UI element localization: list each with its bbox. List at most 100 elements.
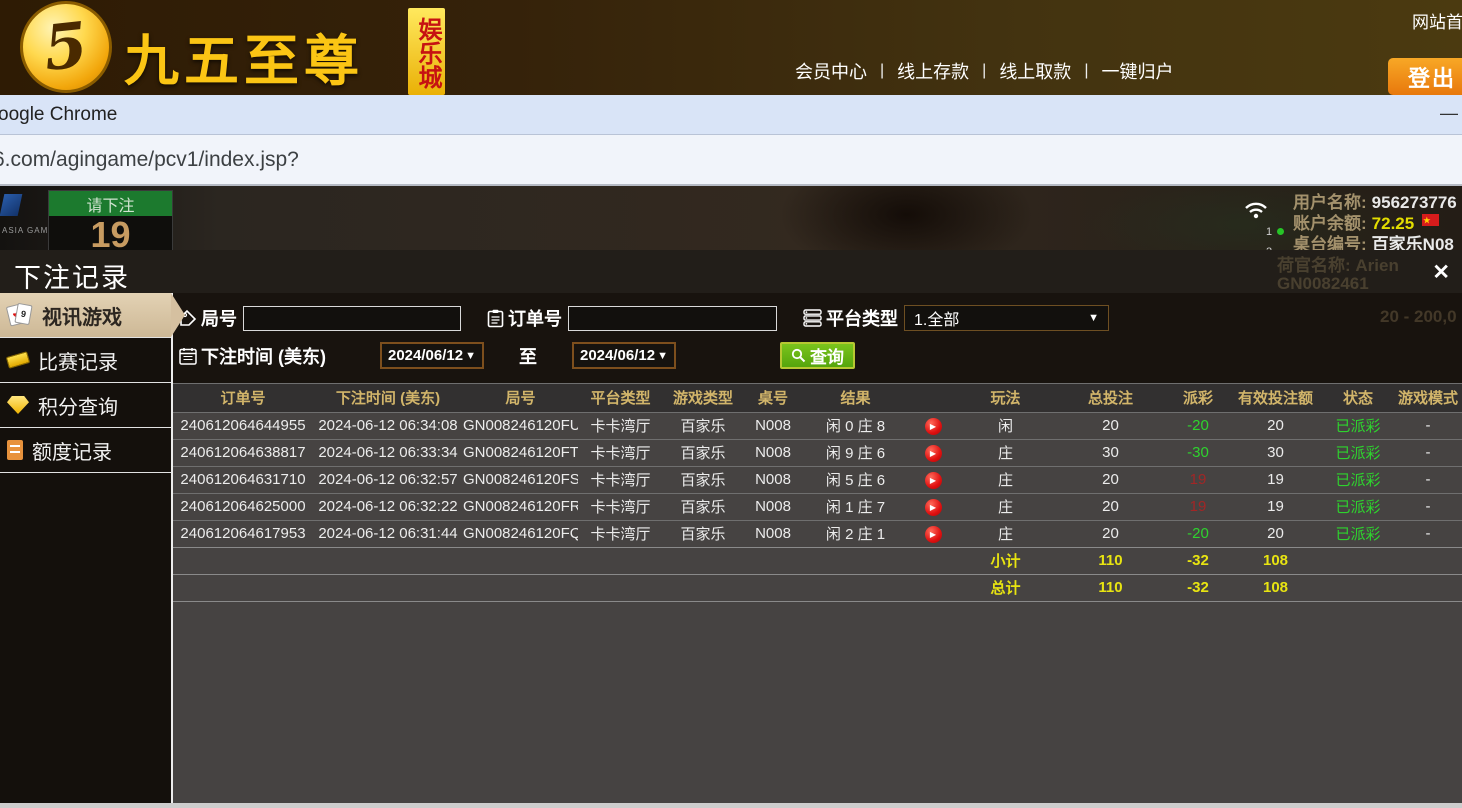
cell-mode: -	[1393, 412, 1462, 439]
cards-icon: ♥9	[7, 302, 33, 328]
sidebar-item-label: 积分查询	[38, 391, 118, 420]
sidebar-item-quota-records[interactable]: 额度记录	[0, 428, 171, 473]
table-row-info: 桌台编号: 百家乐N08	[1293, 234, 1462, 250]
col-play: 玩法	[958, 384, 1053, 412]
round-label: 局号	[201, 305, 237, 331]
cell-mode: -	[1393, 493, 1462, 520]
records-table-zone: 订单号 下注时间 (美东) 局号 平台类型 游戏类型 桌号 结果 玩法 总投注	[173, 383, 1462, 808]
cell-order: 240612064625000	[173, 493, 313, 520]
cell-round: GN008246120FU	[463, 412, 578, 439]
home-link[interactable]: 网站首页	[1412, 8, 1462, 33]
clipboard-icon	[487, 309, 504, 328]
subtotal-payout: -32	[1168, 547, 1228, 574]
cell-total: 20	[1053, 493, 1168, 520]
date-from-value: 2024/06/12	[388, 347, 463, 364]
cell-valid: 19	[1228, 466, 1323, 493]
date-to-value: 2024/06/12	[580, 347, 655, 364]
sidebar-item-match-records[interactable]: 比赛记录	[0, 338, 171, 383]
browser-urlbar[interactable]: 6.com/agingame/pcv1/index.jsp?	[0, 135, 1462, 186]
cell-time: 2024-06-12 06:31:44	[313, 520, 463, 547]
cell-valid: 30	[1228, 439, 1323, 466]
balance-value: 72.25	[1372, 213, 1415, 234]
seat-dot-icon	[1277, 228, 1284, 235]
cell-table: N008	[743, 439, 803, 466]
top-nav: 会员中心 | 线上存款 | 线上取款 | 一键归户	[795, 58, 1173, 84]
search-button[interactable]: 查询	[780, 342, 855, 369]
username-value: 956273776	[1372, 192, 1457, 213]
cell-platform: 卡卡湾厅	[578, 412, 663, 439]
cell-game: 百家乐	[663, 439, 743, 466]
modal-header: 下注记录 ✕ 荷官名称: Arien GN0082461	[0, 250, 1462, 293]
replay-play-icon[interactable]: ▶	[925, 418, 942, 435]
replay-play-icon[interactable]: ▶	[925, 472, 942, 489]
cell-game: 百家乐	[663, 520, 743, 547]
logo-glyph: 5	[41, 14, 90, 80]
nav-member-center[interactable]: 会员中心	[795, 58, 867, 84]
total-label: 总计	[958, 574, 1053, 601]
table-filler-row	[173, 601, 1462, 602]
round-input[interactable]	[243, 306, 461, 331]
cell-platform: 卡卡湾厅	[578, 439, 663, 466]
minimize-icon[interactable]: —	[1440, 103, 1458, 124]
page: 5 九五至尊 娱乐城 网站首页 会员中心 | 线上存款 | 线上取款 | 一键归…	[0, 0, 1462, 808]
nav-separator: |	[1084, 62, 1088, 80]
cell-round: GN008246120FR	[463, 493, 578, 520]
nav-one-key-transfer[interactable]: 一键归户	[1101, 58, 1173, 84]
modal-sidebar: ♥9 视讯游戏 比赛记录 积分查询 额度记录	[0, 293, 173, 808]
subtotal-row: 小计 110 -32 108	[173, 547, 1462, 574]
to-label: 至	[519, 343, 537, 369]
table-row: 240612064617953 2024-06-12 06:31:44 GN00…	[173, 520, 1462, 547]
window-title: oogle Chrome	[0, 104, 117, 126]
replay-play-icon[interactable]: ▶	[925, 445, 942, 462]
close-icon[interactable]: ✕	[1432, 260, 1450, 285]
filter-row-2: 下注时间 (美东) 2024/06/12 ▼ 至 2024/06/12 ▼	[179, 342, 1462, 369]
logout-button[interactable]: 登出	[1388, 58, 1462, 95]
total-row: 总计 110 -32 108	[173, 574, 1462, 601]
sidebar-item-video-games[interactable]: ♥9 视讯游戏	[0, 293, 171, 338]
nav-withdraw[interactable]: 线上取款	[999, 58, 1071, 84]
cell-payout: -20	[1168, 520, 1228, 547]
game-background: ASIA GAMING 请下注 19 1 2 用户名称: 956273776 账…	[0, 186, 1462, 250]
cell-game: 百家乐	[663, 493, 743, 520]
cell-mode: -	[1393, 520, 1462, 547]
cell-replay: ▶	[908, 466, 958, 493]
order-input[interactable]	[568, 306, 777, 331]
table-label: 桌台编号:	[1293, 234, 1367, 250]
ticket-icon	[6, 351, 30, 369]
cell-status: 已派彩	[1323, 493, 1393, 520]
order-label: 订单号	[508, 305, 562, 331]
cell-play: 庄	[958, 439, 1053, 466]
replay-play-icon[interactable]: ▶	[925, 526, 942, 543]
cell-table: N008	[743, 466, 803, 493]
bet-time-label: 下注时间 (美东)	[201, 343, 326, 369]
nav-separator: |	[880, 62, 884, 80]
bet-timer: 请下注 19	[48, 190, 173, 250]
cell-status: 已派彩	[1323, 466, 1393, 493]
platform-select[interactable]: 1.全部 ▼	[904, 305, 1109, 331]
search-button-label: 查询	[810, 343, 844, 368]
subtotal-valid: 108	[1228, 547, 1323, 574]
cell-payout: 19	[1168, 493, 1228, 520]
date-from-select[interactable]: 2024/06/12 ▼	[380, 342, 484, 369]
table-header-row: 订单号 下注时间 (美东) 局号 平台类型 游戏类型 桌号 结果 玩法 总投注	[173, 384, 1462, 412]
site-header: 5 九五至尊 娱乐城 网站首页 会员中心 | 线上存款 | 线上取款 | 一键归…	[0, 0, 1462, 95]
cell-time: 2024-06-12 06:34:08	[313, 412, 463, 439]
cell-platform: 卡卡湾厅	[578, 466, 663, 493]
bet-prompt: 请下注	[49, 191, 172, 216]
cell-round: GN008246120FT	[463, 439, 578, 466]
replay-play-icon[interactable]: ▶	[925, 499, 942, 516]
nav-deposit[interactable]: 线上存款	[897, 58, 969, 84]
sidebar-item-points-query[interactable]: 积分查询	[0, 383, 171, 428]
cell-valid: 19	[1228, 493, 1323, 520]
cell-platform: 卡卡湾厅	[578, 493, 663, 520]
col-order: 订单号	[173, 384, 313, 412]
cell-result: 闲 0 庄 8	[803, 412, 908, 439]
date-to-select[interactable]: 2024/06/12 ▼	[572, 342, 676, 369]
cell-total: 20	[1053, 466, 1168, 493]
cell-status: 已派彩	[1323, 520, 1393, 547]
cell-total: 20	[1053, 520, 1168, 547]
cell-play: 庄	[958, 520, 1053, 547]
sidebar-item-label: 额度记录	[32, 436, 112, 465]
modal-body: ♥9 视讯游戏 比赛记录 积分查询 额度记录 20 - 200,0	[0, 293, 1462, 808]
cell-mode: -	[1393, 439, 1462, 466]
